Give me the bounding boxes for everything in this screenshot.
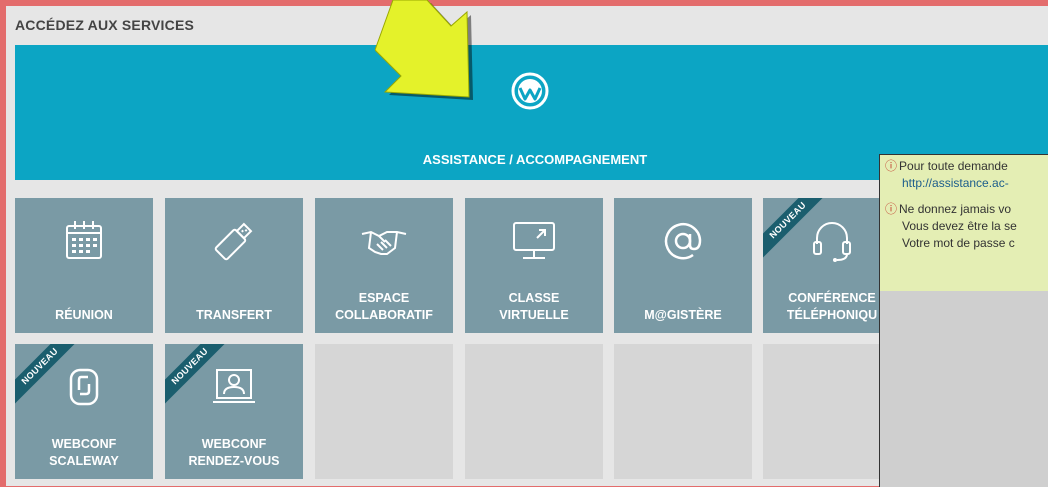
headset-icon	[813, 222, 851, 262]
pointer-arrow-icon	[375, 0, 473, 100]
tile-label: CLASSE VIRTUELLE	[499, 291, 569, 322]
assistance-url[interactable]: http://assistance.ac-	[902, 176, 1009, 190]
info-message: ⓘ Pour toute demande	[885, 159, 1008, 173]
tile-magistere[interactable]: M@GISTÈRE	[614, 198, 752, 333]
warning-message: ⓘ Ne donnez jamais vo	[885, 202, 1012, 216]
tile-espace-collaboratif[interactable]: ESPACE COLLABORATIF	[315, 198, 453, 333]
tile-label: WEBCONF RENDEZ-VOUS	[188, 437, 280, 468]
at-sign-icon	[664, 223, 702, 260]
usb-key-icon	[214, 222, 253, 261]
empty-tile	[315, 344, 453, 479]
warning-line: Vous devez être la se	[902, 219, 1017, 233]
calendar-icon	[66, 221, 102, 259]
section-title: ACCÉDEZ AUX SERVICES	[15, 17, 195, 33]
info-messages: ⓘ Pour toute demande http://assistance.ac…	[880, 155, 1048, 291]
handshake-icon	[361, 230, 407, 255]
info-icon: ⓘ	[885, 202, 898, 216]
tile-label: ESPACE COLLABORATIF	[335, 291, 433, 322]
warning-line: Votre mot de passe c	[902, 236, 1015, 250]
tile-label: M@GISTÈRE	[644, 308, 722, 322]
info-icon: ⓘ	[885, 159, 898, 173]
tile-classe-virtuelle[interactable]: CLASSE VIRTUELLE	[465, 198, 603, 333]
assistance-logo-icon	[511, 72, 549, 110]
tile-label: WEBCONF SCALEWAY	[49, 437, 119, 468]
empty-tile	[614, 344, 752, 479]
tile-transfert[interactable]: TRANSFERT	[165, 198, 303, 333]
assistance-link[interactable]: http://assistance.ac-	[902, 175, 1009, 192]
empty-tile	[465, 344, 603, 479]
screen-icon	[513, 222, 555, 259]
tile-label: TRANSFERT	[196, 308, 272, 322]
tile-webconf-rendez-vous[interactable]: NOUVEAU WEBCONF RENDEZ-VOUS	[165, 344, 303, 479]
tile-reunion[interactable]: RÉUNION	[15, 198, 153, 333]
info-popup: ⓘ Pour toute demande http://assistance.ac…	[879, 154, 1048, 487]
tile-webconf-scaleway[interactable]: NOUVEAU WEBCONF SCALEWAY	[15, 344, 153, 479]
video-user-icon	[213, 369, 255, 403]
tile-label: RÉUNION	[55, 308, 113, 322]
scaleway-icon	[69, 368, 99, 406]
